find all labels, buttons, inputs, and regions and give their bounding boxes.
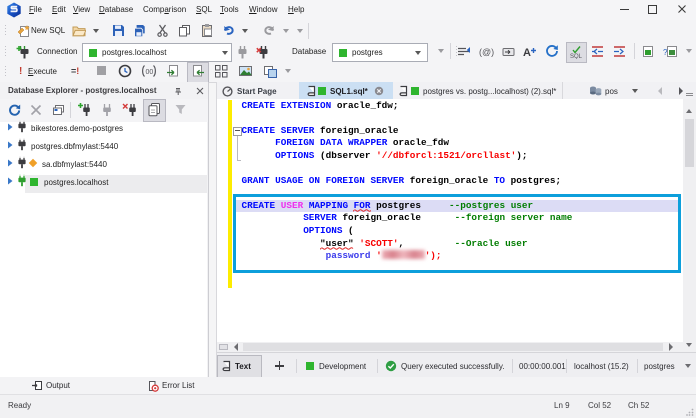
svg-text:(@): (@) [479, 47, 494, 57]
svg-text:A: A [523, 47, 531, 58]
svg-text:00: 00 [146, 69, 154, 76]
svg-text:SQL: SQL [570, 54, 583, 59]
svg-text:?: ? [663, 48, 668, 57]
